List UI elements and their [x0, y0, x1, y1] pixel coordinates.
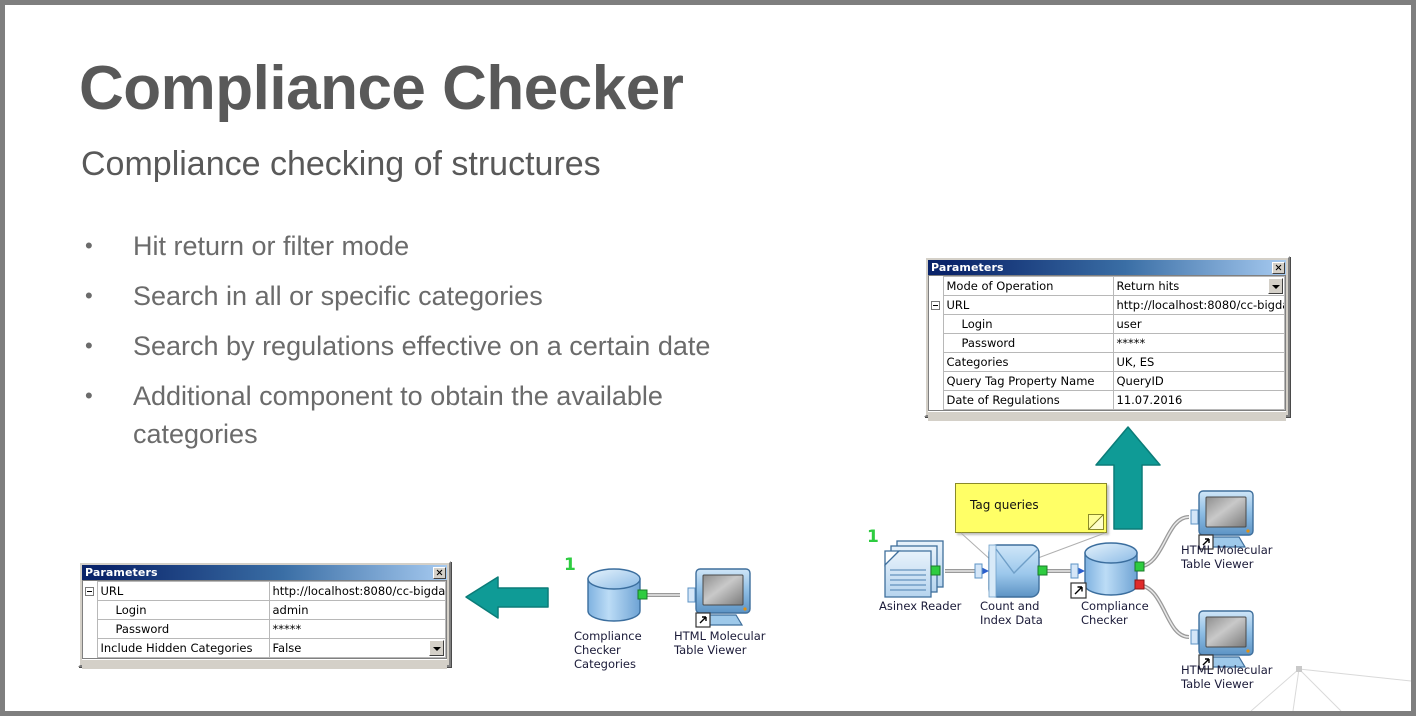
- row-gutter: [929, 333, 944, 353]
- row-gutter: [929, 352, 944, 372]
- parameters-dialog-bottom[interactable]: Parameters URL http://localhost:8080/cc-…: [78, 561, 451, 669]
- property-name: Query Tag Property Name: [942, 371, 1114, 391]
- bullet-marker-icon: •: [85, 283, 93, 308]
- row-gutter: [83, 638, 98, 658]
- bullet-text: Hit return or filter mode: [133, 231, 410, 261]
- row-gutter: [929, 276, 944, 296]
- property-grid: Mode of Operation Return hits URL http:/…: [929, 276, 1285, 410]
- property-name: Login: [942, 314, 1114, 334]
- row-gutter: [929, 314, 944, 334]
- property-value[interactable]: UK, ES: [1112, 352, 1285, 372]
- property-value[interactable]: user: [1112, 314, 1285, 334]
- property-name: Include Hidden Categories: [96, 638, 270, 658]
- page-title: Compliance Checker: [79, 54, 684, 123]
- property-value-text: False: [272, 641, 302, 655]
- dialog-titlebar[interactable]: Parameters: [928, 260, 1286, 275]
- table-row[interactable]: URL http://localhost:8080/cc-bigdata/: [929, 295, 1285, 315]
- property-value[interactable]: http://localhost:8080/cc-bigdata/: [268, 581, 446, 601]
- dialog-footer: [82, 659, 447, 669]
- row-gutter: [83, 600, 98, 620]
- table-row[interactable]: Password *****: [83, 619, 446, 639]
- property-value[interactable]: admin: [268, 600, 446, 620]
- property-value[interactable]: QueryID: [1112, 371, 1285, 391]
- list-item: • Search by regulations effective on a c…: [77, 327, 777, 365]
- table-row[interactable]: Login user: [929, 314, 1285, 334]
- property-value-text: Return hits: [1116, 279, 1180, 293]
- bullet-marker-icon: •: [85, 333, 93, 358]
- node-label-html-molecular-table-viewer-top: HTML Molecular Table Viewer: [1181, 543, 1273, 571]
- bullet-marker-icon: •: [85, 233, 93, 258]
- workflow-left: 1 Compliance Checker Categories HTML Mol…: [560, 553, 770, 673]
- property-value[interactable]: *****: [1112, 333, 1285, 353]
- property-value[interactable]: 11.07.2016: [1112, 390, 1285, 410]
- row-gutter: [929, 390, 944, 410]
- table-row[interactable]: Login admin: [83, 600, 446, 620]
- property-name: Categories: [942, 352, 1114, 372]
- workflow-right-graphics: [884, 490, 1254, 670]
- workflow-right: 1 Tag queries Asinex Reader Count and In…: [865, 475, 1272, 691]
- bullet-text: Search in all or specific categories: [133, 281, 543, 311]
- table-row[interactable]: Password *****: [929, 333, 1285, 353]
- row-gutter: [929, 371, 944, 391]
- dialog-title: Parameters: [85, 566, 158, 579]
- property-name: URL: [942, 295, 1114, 315]
- list-item: • Search in all or specific categories: [77, 277, 777, 315]
- property-grid-container: URL http://localhost:8080/cc-bigdata/ Lo…: [82, 580, 447, 659]
- property-value[interactable]: *****: [268, 619, 446, 639]
- property-name: Mode of Operation: [942, 276, 1114, 296]
- bullet-text: Search by regulations effective on a cer…: [133, 331, 711, 361]
- bullet-marker-icon: •: [85, 383, 93, 408]
- table-row[interactable]: Date of Regulations 11.07.2016: [929, 390, 1285, 410]
- property-name: Login: [96, 600, 270, 620]
- bullet-text: Additional component to obtain the avail…: [133, 381, 663, 449]
- row-gutter[interactable]: [83, 581, 98, 601]
- collapse-icon[interactable]: [85, 587, 95, 596]
- property-name: Password: [96, 619, 270, 639]
- node-label-count-and-index-data: Count and Index Data: [980, 599, 1043, 627]
- node-label-asinex-reader: Asinex Reader: [879, 599, 962, 613]
- property-value[interactable]: False: [268, 638, 446, 658]
- node-label-compliance-checker: Compliance Checker: [1081, 599, 1149, 627]
- workflow-left-graphics: [587, 568, 751, 628]
- property-value[interactable]: http://localhost:8080/cc-bigdata/: [1112, 295, 1285, 315]
- node-label-compliance-checker-categories: Compliance Checker Categories: [574, 629, 642, 671]
- page-subtitle: Compliance checking of structures: [81, 145, 601, 183]
- dialog-footer: [928, 411, 1286, 421]
- table-row[interactable]: Categories UK, ES: [929, 352, 1285, 372]
- list-item: • Additional component to obtain the ava…: [77, 377, 777, 453]
- property-grid: URL http://localhost:8080/cc-bigdata/ Lo…: [83, 581, 446, 658]
- close-icon[interactable]: [433, 566, 446, 579]
- dialog-title: Parameters: [931, 261, 1004, 274]
- bullet-list: • Hit return or filter mode • Search in …: [77, 227, 777, 465]
- close-icon[interactable]: [1272, 261, 1285, 274]
- property-name: URL: [96, 581, 270, 601]
- node-label-html-molecular-table-viewer: HTML Molecular Table Viewer: [674, 629, 766, 657]
- table-row[interactable]: Query Tag Property Name QueryID: [929, 371, 1285, 391]
- property-grid-container: Mode of Operation Return hits URL http:/…: [928, 275, 1286, 411]
- property-value[interactable]: Return hits: [1112, 276, 1285, 296]
- table-row[interactable]: Include Hidden Categories False: [83, 638, 446, 658]
- property-name: Date of Regulations: [942, 390, 1114, 410]
- list-item: • Hit return or filter mode: [77, 227, 777, 265]
- chevron-down-icon[interactable]: [429, 640, 444, 656]
- node-label-html-molecular-table-viewer-bottom: HTML Molecular Table Viewer: [1181, 663, 1273, 691]
- arrow-left-icon: [465, 576, 549, 619]
- row-gutter[interactable]: [929, 295, 944, 315]
- slide-canvas: Compliance Checker Compliance checking o…: [0, 0, 1416, 716]
- chevron-down-icon[interactable]: [1268, 278, 1283, 294]
- property-name: Password: [942, 333, 1114, 353]
- table-row[interactable]: URL http://localhost:8080/cc-bigdata/: [83, 581, 446, 601]
- collapse-icon[interactable]: [931, 301, 941, 310]
- row-gutter: [83, 619, 98, 639]
- dialog-titlebar[interactable]: Parameters: [82, 565, 447, 580]
- parameters-dialog-top[interactable]: Parameters Mode of Operation Return hits: [924, 256, 1290, 421]
- table-row[interactable]: Mode of Operation Return hits: [929, 276, 1285, 296]
